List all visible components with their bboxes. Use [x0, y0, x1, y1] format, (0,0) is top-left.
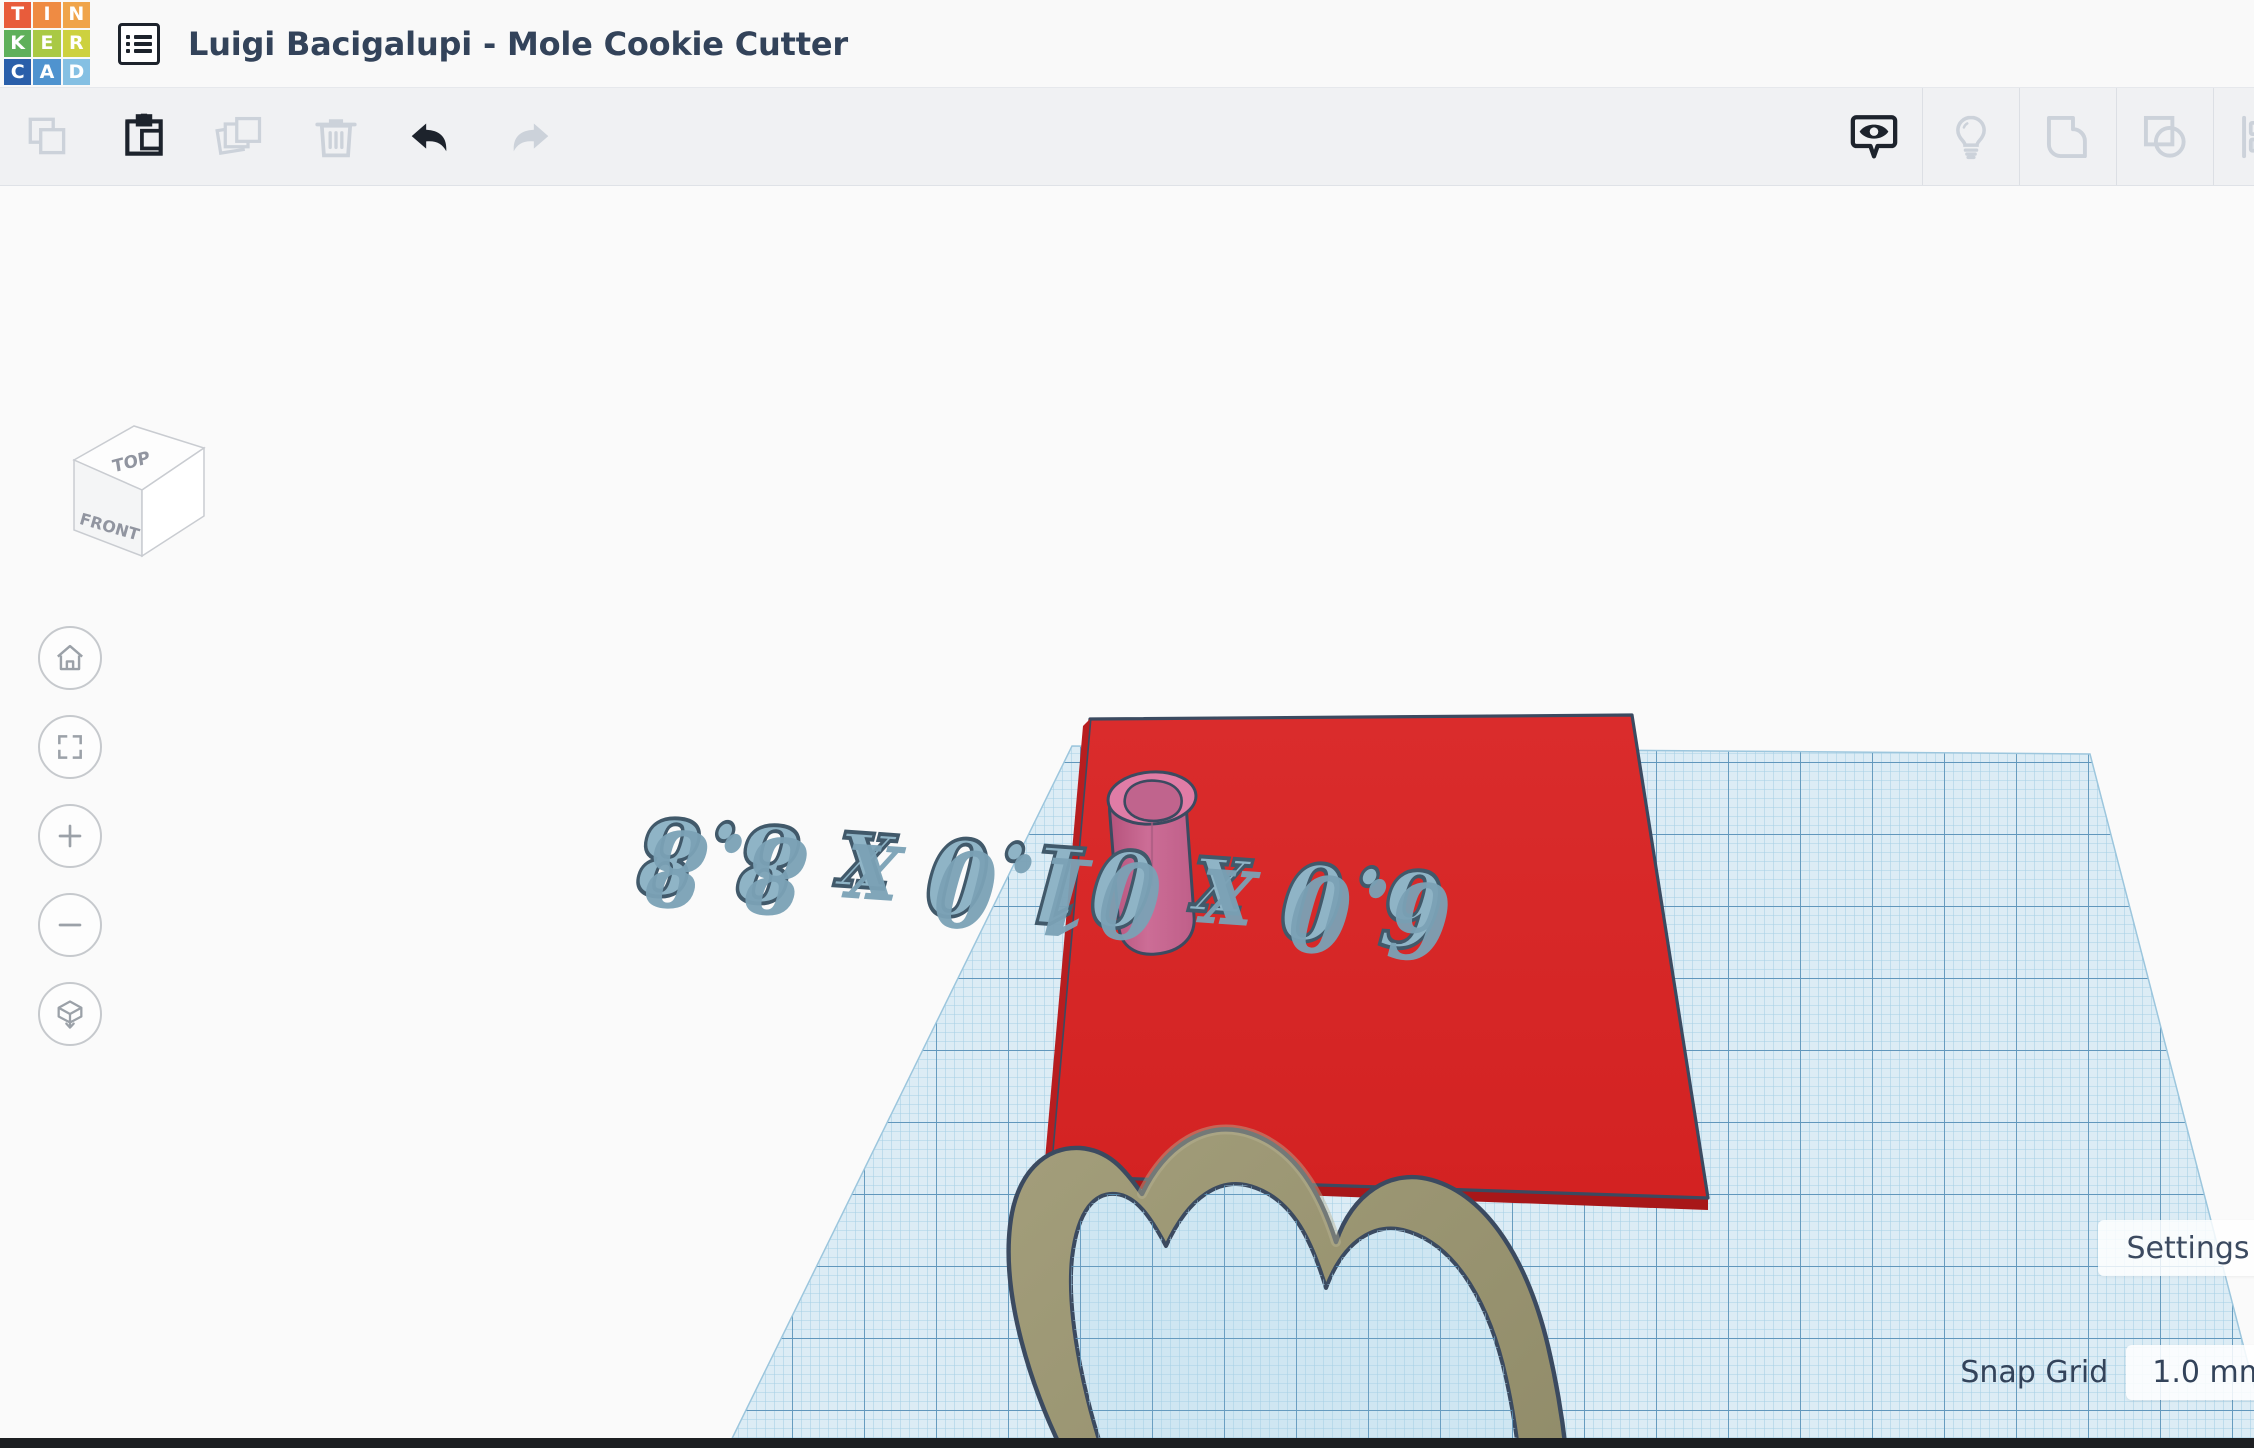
cube-flat-icon: [57, 1000, 83, 1029]
logo-tile-A: A: [33, 58, 61, 86]
zoom-out-button[interactable]: [38, 893, 102, 957]
paste-button[interactable]: [96, 88, 192, 185]
toolbar-history-group: [384, 88, 576, 185]
menu-line-1: [126, 34, 152, 39]
snap-grid-control: Snap Grid 1.0 mm: [1960, 1345, 2254, 1400]
group-icon: [2046, 115, 2087, 158]
tinkercad-logo[interactable]: T I N K E R C A D: [0, 0, 92, 88]
settings-button[interactable]: Settings: [2098, 1220, 2254, 1276]
view-nav-buttons: [38, 626, 102, 1046]
fit-frame-icon: [58, 735, 82, 759]
logo-tile-N: N: [62, 1, 90, 29]
logo-tile-C: C: [4, 58, 32, 86]
snap-grid-value[interactable]: 1.0 mm: [2126, 1345, 2254, 1400]
align-button[interactable]: [2214, 88, 2254, 185]
menu-bullet-icon: [126, 34, 130, 39]
fit-view-button[interactable]: [38, 715, 102, 779]
toolbar-object-group: [1826, 88, 2254, 185]
menu-lines: [126, 32, 152, 56]
delete-button[interactable]: [288, 88, 384, 185]
group-button[interactable]: [2020, 88, 2116, 185]
ungroup-button[interactable]: [2117, 88, 2213, 185]
plus-icon: [58, 824, 82, 848]
menu-bullet-icon: [126, 41, 130, 46]
align-icon: [2242, 115, 2254, 158]
list-menu-icon[interactable]: [118, 22, 160, 65]
viewport-bottom-edge: [0, 1438, 2254, 1448]
logo-tile-E: E: [33, 30, 61, 57]
projection-toggle-button[interactable]: [38, 982, 102, 1046]
top-bar: T I N K E R C A D Luigi Bacigalupi - Mol…: [0, 0, 2254, 88]
toolbar-edit-group: [0, 88, 384, 185]
trash-icon: [315, 118, 357, 157]
logo-tile-T: T: [4, 1, 32, 29]
show-hide-button[interactable]: [1826, 88, 1922, 185]
menu-line-2: [126, 41, 152, 46]
menu-bar: [134, 34, 152, 39]
main-toolbar: [0, 88, 2254, 186]
redo-arrow-icon: [513, 122, 549, 151]
duplicate-button[interactable]: [192, 88, 288, 185]
menu-bullet-icon: [126, 48, 130, 53]
zoom-in-button[interactable]: [38, 804, 102, 868]
undo-button[interactable]: [384, 88, 480, 185]
duplicate-icon: [215, 116, 262, 155]
redo-button[interactable]: [480, 88, 576, 185]
view-cube[interactable]: TOP FRONT: [58, 408, 218, 578]
menu-bar: [134, 48, 152, 53]
home-view-button[interactable]: [38, 626, 102, 690]
page-title[interactable]: Luigi Bacigalupi - Mole Cookie Cutter: [188, 25, 848, 63]
copy-icon: [28, 117, 66, 154]
minus-icon: [58, 923, 82, 927]
paste-icon: [125, 113, 163, 156]
eye-callout-icon: [1850, 114, 1898, 158]
menu-line-3: [126, 48, 152, 53]
tinkercad-app: T I N K E R C A D Luigi Bacigalupi - Mol…: [0, 0, 2254, 1448]
logo-tile-K: K: [4, 30, 32, 57]
ungroup-icon: [2143, 115, 2186, 158]
logo-tile-I: I: [33, 1, 61, 29]
logo-tile-D: D: [62, 58, 90, 86]
snap-grid-label: Snap Grid: [1960, 1355, 2109, 1390]
logo-tile-R: R: [62, 30, 90, 57]
undo-arrow-icon: [411, 122, 447, 151]
3d-scene[interactable]: 6.0 x 01.0 x 8.8 6.0 x 01.0 x 8.8: [0, 186, 2254, 1448]
hint-button[interactable]: [1923, 88, 2019, 185]
lightbulb-icon: [1956, 115, 1986, 159]
home-icon: [57, 644, 83, 671]
editor-viewport[interactable]: 6.0 x 01.0 x 8.8 6.0 x 01.0 x 8.8 TOP FR…: [0, 186, 2254, 1448]
copy-button[interactable]: [0, 88, 96, 185]
menu-bar: [134, 41, 152, 46]
